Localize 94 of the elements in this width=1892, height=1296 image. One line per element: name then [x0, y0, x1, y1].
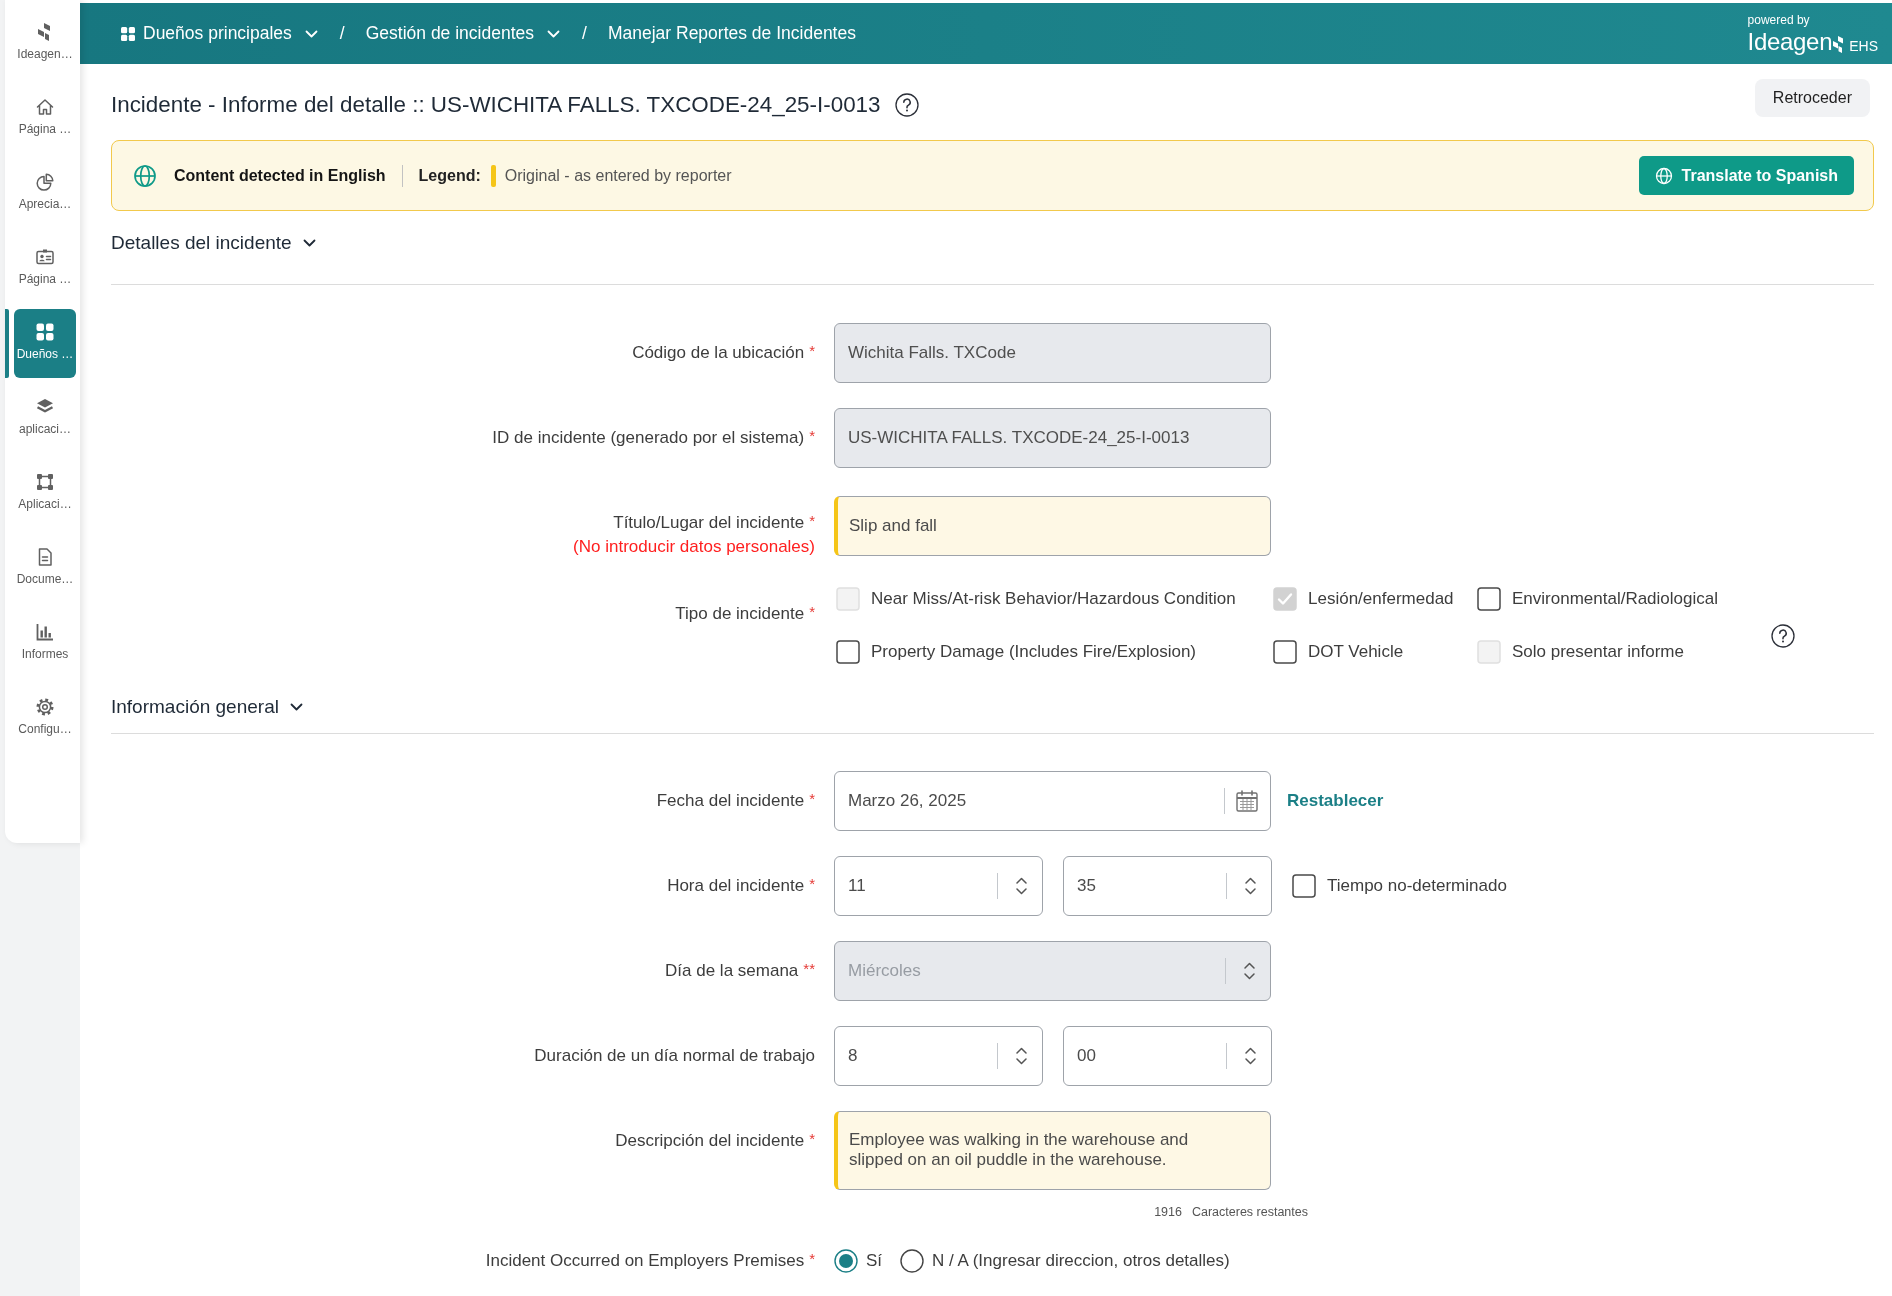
grid-icon — [121, 26, 135, 41]
gear-icon — [35, 697, 55, 717]
up-down-caret-icon — [1244, 1046, 1257, 1066]
radio-label: N / A (Ingresar direccion, otros detalles) — [932, 1250, 1230, 1273]
home-icon — [35, 97, 55, 117]
globe-icon — [1654, 166, 1673, 185]
date-field[interactable]: Marzo 26, 2025 — [834, 771, 1271, 831]
sidebar-item[interactable]: Aprecia… — [14, 159, 76, 228]
page-title: Incidente - Informe del detalle :: US-WICHITA FALLS. TXCODE-24_25-I-0013 — [111, 91, 881, 119]
sidebar-item[interactable]: Ideagen… — [14, 9, 76, 78]
checkbox-label: Lesión/enfermedad — [1308, 588, 1454, 611]
product-name: EHS — [1849, 39, 1878, 53]
logo-icon — [1832, 36, 1845, 53]
field-label: Incident Occurred on Employers Premises — [485, 1251, 805, 1270]
required-mark: * — [809, 1250, 815, 1267]
pie-chart-icon — [35, 172, 55, 192]
required-mark: * — [809, 790, 815, 807]
reset-link[interactable]: Restablecer — [1287, 788, 1384, 814]
sidebar-item[interactable]: Configu… — [14, 684, 76, 753]
required-mark: * — [809, 603, 815, 620]
required-mark: * — [809, 1130, 815, 1147]
up-down-caret-icon — [1243, 961, 1256, 981]
up-down-caret-icon — [1015, 876, 1028, 896]
checkbox-label: DOT Vehicle — [1308, 641, 1404, 664]
checkbox-label: Solo presentar informe — [1512, 641, 1684, 664]
breadcrumb-link[interactable]: Dueños principales — [143, 20, 318, 47]
checkbox[interactable] — [1273, 640, 1297, 664]
up-down-caret-icon — [1015, 1046, 1028, 1066]
help-icon[interactable] — [1771, 623, 1795, 648]
checkbox-label: Property Damage (Includes Fire/Explosion) — [871, 641, 1197, 664]
field-label: Tipo de incidente — [675, 604, 805, 623]
breadcrumb-separator: / — [339, 22, 345, 46]
field-label: Código de la ubicación — [632, 343, 805, 362]
legend-label: Legend: — [418, 165, 481, 186]
checkbox[interactable] — [836, 640, 860, 664]
number-spinner[interactable]: 8 — [834, 1026, 1043, 1086]
brand-name: Ideagen — [1747, 30, 1833, 53]
breadcrumb-separator: / — [582, 22, 587, 46]
translate-button[interactable]: Translate to Spanish — [1638, 156, 1854, 195]
character-count: 1916 — [1154, 1204, 1182, 1221]
active-indicator — [5, 309, 9, 378]
number-spinner[interactable]: 00 — [1063, 1026, 1272, 1086]
field-label: Día de la semana — [665, 961, 799, 980]
description-field[interactable]: Employee was walking in the warehouse and slipped on an oil puddle in the warehouse. — [834, 1111, 1271, 1190]
breadcrumb-link[interactable]: Gestión de incidentes — [365, 20, 561, 47]
chevron-down-icon — [289, 703, 303, 711]
calendar-icon[interactable] — [1235, 789, 1259, 813]
field-label: ID de incidente (generado por el sistema) — [492, 428, 805, 447]
checkbox-label: Environmental/Radiological — [1512, 588, 1718, 611]
sidebar-item[interactable]: Página … — [14, 84, 76, 153]
field-label: Fecha del incidente — [656, 791, 805, 810]
field-label: Hora del incidente — [667, 876, 805, 895]
radio-label: Sí — [866, 1250, 883, 1273]
sidebar-item[interactable]: Página … — [14, 234, 76, 303]
legend-swatch-icon — [490, 164, 496, 187]
legend-text: Original - as entered by reporter — [504, 165, 732, 186]
radio-button[interactable] — [900, 1249, 925, 1273]
sidebar-item[interactable]: Aplicaci… — [14, 459, 76, 528]
number-spinner[interactable]: 11 — [834, 856, 1043, 916]
globe-icon — [133, 163, 157, 188]
breadcrumb-link[interactable]: Manejar Reportes de Incidentes — [607, 20, 856, 47]
checkbox-label: Near Miss/At-risk Behavior/Hazardous Condition — [871, 588, 1236, 611]
sidebar-item[interactable]: Informes — [14, 609, 76, 678]
required-mark: * — [809, 427, 815, 444]
nodes-icon — [35, 472, 55, 492]
field-note: (No introducir datos personales) — [572, 536, 815, 558]
field-label: Descripción del incidente — [615, 1131, 805, 1150]
sidebar-item[interactable]: Docume… — [14, 534, 76, 603]
powered-by-text: powered by — [1747, 14, 1810, 26]
checkbox[interactable] — [1292, 874, 1316, 898]
bar-chart-icon — [35, 622, 55, 642]
required-mark: * — [809, 875, 815, 892]
required-mark: * — [809, 512, 815, 529]
help-icon[interactable] — [894, 93, 919, 117]
character-count-label: Caracteres restantes — [1191, 1204, 1308, 1221]
back-button[interactable]: Retroceder — [1754, 79, 1870, 117]
sidebar-item[interactable]: Dueños … — [14, 309, 76, 378]
field-label: Duración de un día normal de trabajo — [534, 1046, 815, 1065]
checkbox-label: Tiempo no-determinado — [1327, 875, 1507, 898]
number-spinner[interactable]: 35 — [1063, 856, 1272, 916]
required-mark: ** — [803, 960, 815, 977]
required-mark: * — [809, 342, 815, 359]
chevron-down-icon — [302, 239, 316, 247]
input-field[interactable]: Slip and fall — [834, 496, 1271, 556]
radio-button[interactable] — [834, 1249, 858, 1273]
section-toggle[interactable]: Detalles del incidente — [111, 228, 316, 258]
checkbox[interactable] — [1477, 587, 1501, 611]
id-card-icon — [35, 247, 55, 267]
sidebar-item[interactable]: aplicaci… — [14, 384, 76, 453]
field-label: Título/Lugar del incidente — [613, 513, 805, 532]
detected-language-text: Content detected in English — [174, 165, 386, 186]
grid-icon — [35, 322, 55, 342]
up-down-caret-icon — [1244, 876, 1257, 896]
section-toggle[interactable]: Información general — [111, 692, 303, 722]
